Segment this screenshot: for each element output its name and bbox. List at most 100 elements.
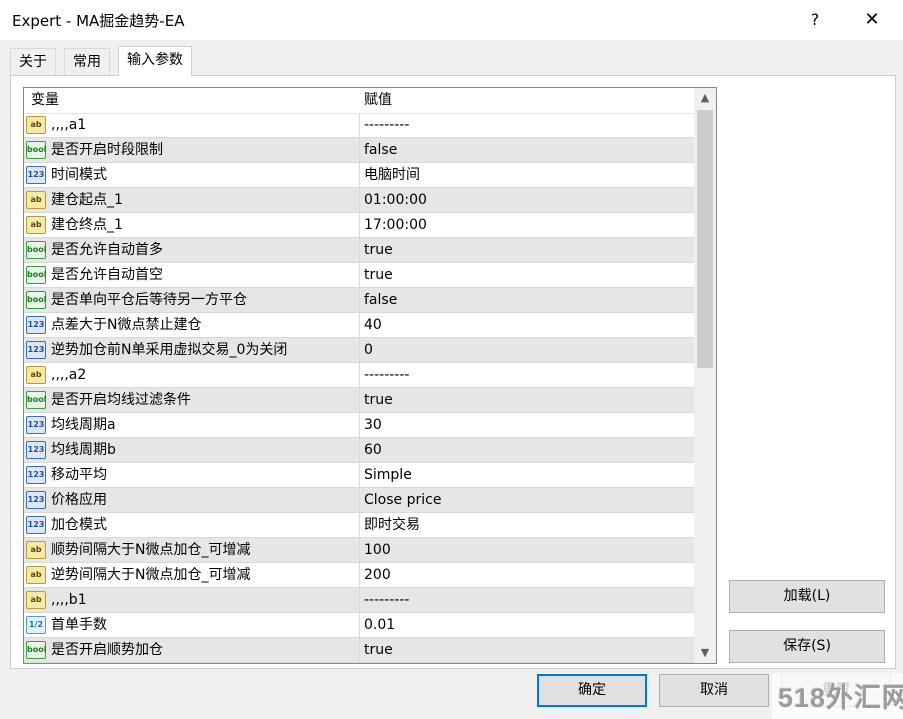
variable-value[interactable]: true <box>364 388 393 412</box>
variable-name: 是否开启均线过滤条件 <box>51 392 191 408</box>
variable-value[interactable]: 0.01 <box>364 613 395 637</box>
variable-value[interactable]: 即时交易 <box>364 513 420 537</box>
help-button[interactable]: ? <box>800 6 830 34</box>
table-row[interactable]: 123 均线周期a 30 <box>24 413 694 438</box>
variable-value[interactable]: --------- <box>364 363 409 387</box>
variable-value[interactable]: Close price <box>364 488 441 512</box>
table-row[interactable]: ab 建仓终点_1 17:00:00 <box>24 213 694 238</box>
column-header-value[interactable]: 赋值 <box>364 88 392 113</box>
variable-value[interactable]: 30 <box>364 413 382 437</box>
variable-name: 逆势加仓前N单采用虚拟交易_0为关闭 <box>51 342 288 358</box>
variable-value[interactable]: 100 <box>364 538 391 562</box>
variable-name: 建仓起点_1 <box>51 192 123 208</box>
variable-value[interactable]: true <box>364 638 393 662</box>
variable-value[interactable]: false <box>364 288 397 312</box>
variable-value[interactable]: 40 <box>364 313 382 337</box>
integer-type-icon: 123 <box>26 466 46 484</box>
column-divider <box>359 563 360 587</box>
double-type-icon: 1/2 <box>26 616 46 634</box>
column-divider <box>359 163 360 187</box>
variable-name: 是否开启顺势加仓 <box>51 642 163 658</box>
variable-name: ,,,,a2 <box>51 367 87 383</box>
table-row[interactable]: ab 顺势间隔大于N微点加仓_可增减 100 <box>24 538 694 563</box>
table-row[interactable]: bool 是否单向平仓后等待另一方平仓 false <box>24 288 694 313</box>
table-row[interactable]: bool 是否开启顺势加仓 true <box>24 638 694 663</box>
scroll-down-arrow-icon[interactable]: ▼ <box>694 643 716 663</box>
string-type-icon: ab <box>26 216 46 234</box>
table-row[interactable]: 1/2 首单手数 0.01 <box>24 613 694 638</box>
table-row[interactable]: 123 点差大于N微点禁止建仓 40 <box>24 313 694 338</box>
variable-name: 是否允许自动首空 <box>51 267 163 283</box>
ok-button[interactable]: 确定 <box>537 674 647 707</box>
table-row[interactable]: ab 建仓起点_1 01:00:00 <box>24 188 694 213</box>
vertical-scrollbar[interactable]: ▲ ▼ <box>694 88 716 663</box>
integer-type-icon: 123 <box>26 166 46 184</box>
title-bar: Expert - MA掘金趋势-EA ? ✕ <box>0 0 903 40</box>
integer-type-icon: 123 <box>26 441 46 459</box>
scrollbar-thumb[interactable] <box>697 110 713 368</box>
variable-value[interactable]: --------- <box>364 113 409 137</box>
boolean-type-icon: bool <box>26 291 46 309</box>
table-row[interactable]: 123 价格应用 Close price <box>24 488 694 513</box>
table-row[interactable]: 123 移动平均 Simple <box>24 463 694 488</box>
parameters-table: 变量 赋值 ab ,,,,a1 --------- bool 是否开启时段限制 false… <box>23 87 717 664</box>
load-button[interactable]: 加载(L) <box>729 580 885 613</box>
table-row[interactable]: bool 是否开启均线过滤条件 true <box>24 388 694 413</box>
column-divider <box>359 488 360 512</box>
variable-name: 均线周期b <box>51 442 116 458</box>
table-row[interactable]: ab ,,,,a1 --------- <box>24 113 694 138</box>
variable-value[interactable]: Simple <box>364 463 412 487</box>
column-divider <box>359 138 360 162</box>
scroll-up-arrow-icon[interactable]: ▲ <box>694 88 716 108</box>
variable-value[interactable]: 01:00:00 <box>364 188 427 212</box>
variable-value[interactable]: 17:00:00 <box>364 213 427 237</box>
variable-name: 是否允许自动首多 <box>51 242 163 258</box>
table-row[interactable]: 123 加仓模式 即时交易 <box>24 513 694 538</box>
variable-name: 是否开启时段限制 <box>51 142 163 158</box>
tab-inputs[interactable]: 输入参数 <box>118 46 192 76</box>
variable-value[interactable]: true <box>364 238 393 262</box>
variable-value[interactable]: false <box>364 138 397 162</box>
column-divider <box>359 238 360 262</box>
variable-value[interactable]: 200 <box>364 563 391 587</box>
column-divider <box>359 588 360 612</box>
column-divider <box>359 638 360 662</box>
variable-name: 是否单向平仓后等待另一方平仓 <box>51 292 247 308</box>
tab-about[interactable]: 关于 <box>10 48 56 75</box>
variable-value[interactable]: 电脑时间 <box>364 163 420 187</box>
column-divider <box>359 213 360 237</box>
table-row[interactable]: bool 是否允许自动首空 true <box>24 263 694 288</box>
string-type-icon: ab <box>26 191 46 209</box>
table-row[interactable]: bool 是否开启时段限制 false <box>24 138 694 163</box>
string-type-icon: ab <box>26 591 46 609</box>
variable-value[interactable]: true <box>364 263 393 287</box>
integer-type-icon: 123 <box>26 341 46 359</box>
column-divider <box>359 288 360 312</box>
window-title: Expert - MA掘金趋势-EA <box>12 12 185 30</box>
table-row[interactable]: 123 逆势加仓前N单采用虚拟交易_0为关闭 0 <box>24 338 694 363</box>
integer-type-icon: 123 <box>26 416 46 434</box>
variable-value[interactable]: 60 <box>364 438 382 462</box>
table-row[interactable]: ab ,,,,a2 --------- <box>24 363 694 388</box>
boolean-type-icon: bool <box>26 391 46 409</box>
column-divider <box>359 438 360 462</box>
table-row[interactable]: ab 逆势间隔大于N微点加仓_可增减 200 <box>24 563 694 588</box>
variable-name: 加仓模式 <box>51 517 107 533</box>
variable-value[interactable]: 0 <box>364 338 373 362</box>
cancel-button[interactable]: 取消 <box>659 674 769 707</box>
table-row[interactable]: 123 时间模式 电脑时间 <box>24 163 694 188</box>
table-row[interactable]: ab ,,,,b1 --------- <box>24 588 694 613</box>
table-row[interactable]: 123 均线周期b 60 <box>24 438 694 463</box>
close-button[interactable]: ✕ <box>852 6 892 34</box>
string-type-icon: ab <box>26 541 46 559</box>
save-button[interactable]: 保存(S) <box>729 630 885 663</box>
table-rows: ab ,,,,a1 --------- bool 是否开启时段限制 false 123 时间模… <box>24 113 694 663</box>
tab-common[interactable]: 常用 <box>64 48 110 75</box>
table-row[interactable]: bool 是否允许自动首多 true <box>24 238 694 263</box>
column-divider <box>359 513 360 537</box>
column-divider <box>359 363 360 387</box>
column-header-variable[interactable]: 变量 <box>31 88 59 113</box>
column-divider <box>359 313 360 337</box>
variable-value[interactable]: --------- <box>364 588 409 612</box>
variable-name: 点差大于N微点禁止建仓 <box>51 317 202 333</box>
